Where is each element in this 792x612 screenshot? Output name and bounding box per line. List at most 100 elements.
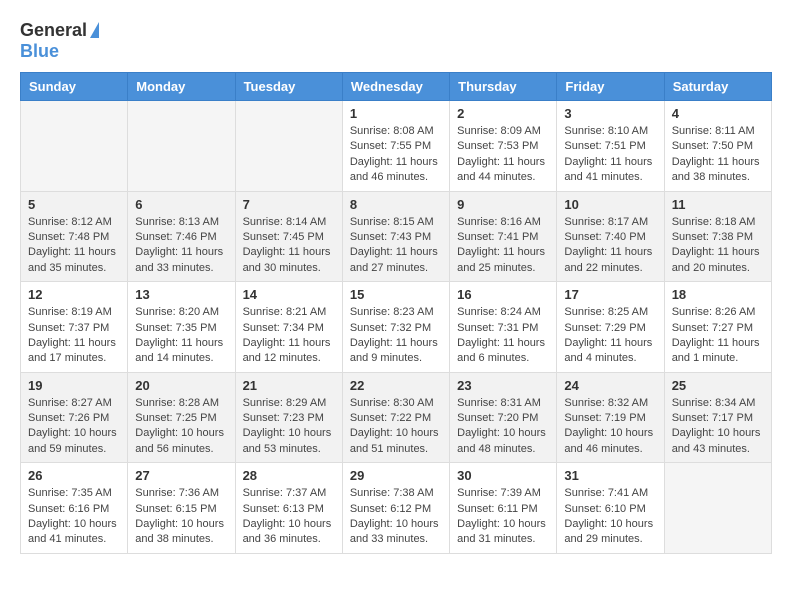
day-info: Sunrise: 7:35 AM Sunset: 6:16 PM Dayligh… xyxy=(28,486,120,548)
day-number: 17 xyxy=(564,287,656,302)
day-number: 1 xyxy=(350,106,442,121)
day-number: 7 xyxy=(243,197,335,212)
calendar-cell: 3 Sunrise: 8:10 AM Sunset: 7:51 PM Daylig… xyxy=(557,101,664,192)
calendar-cell xyxy=(128,101,235,192)
calendar-cell: 19Sunrise: 8:27 AM Sunset: 7:26 PM Dayli… xyxy=(21,372,128,463)
day-info: Sunrise: 8:28 AM Sunset: 7:25 PM Dayligh… xyxy=(135,396,227,458)
logo: General Blue xyxy=(20,20,99,62)
day-number: 14 xyxy=(243,287,335,302)
calendar-cell: 9 Sunrise: 8:16 AM Sunset: 7:41 PM Daylig… xyxy=(450,191,557,282)
day-info: Sunrise: 7:37 AM Sunset: 6:13 PM Dayligh… xyxy=(243,486,335,548)
day-number: 27 xyxy=(135,468,227,483)
calendar-cell: 27 Sunrise: 7:36 AM Sunset: 6:15 PM Dayli… xyxy=(128,463,235,554)
day-info: Sunrise: 8:12 AM Sunset: 7:48 PM Dayligh… xyxy=(28,215,120,277)
calendar-week-5: 26 Sunrise: 7:35 AM Sunset: 6:16 PM Dayli… xyxy=(21,463,772,554)
day-number: 19 xyxy=(28,378,120,393)
day-number: 12 xyxy=(28,287,120,302)
day-info: Sunrise: 8:18 AM Sunset: 7:38 PM Dayligh… xyxy=(672,215,764,277)
day-info: Sunrise: 8:16 AM Sunset: 7:41 PM Dayligh… xyxy=(457,215,549,277)
day-number: 25 xyxy=(672,378,764,393)
day-number: 18 xyxy=(672,287,764,302)
day-number: 6 xyxy=(135,197,227,212)
day-info: Sunrise: 7:41 AM Sunset: 6:10 PM Dayligh… xyxy=(564,486,656,548)
calendar-cell: 25Sunrise: 8:34 AM Sunset: 7:17 PM Dayli… xyxy=(664,372,771,463)
day-number: 13 xyxy=(135,287,227,302)
calendar-cell: 24 Sunrise: 8:32 AM Sunset: 7:19 PM Dayli… xyxy=(557,372,664,463)
day-info: Sunrise: 8:13 AM Sunset: 7:46 PM Dayligh… xyxy=(135,215,227,277)
logo-blue-text: Blue xyxy=(20,41,59,61)
calendar-cell: 6 Sunrise: 8:13 AM Sunset: 7:46 PM Daylig… xyxy=(128,191,235,282)
day-number: 4 xyxy=(672,106,764,121)
calendar-cell: 5 Sunrise: 8:12 AM Sunset: 7:48 PM Daylig… xyxy=(21,191,128,282)
day-number: 5 xyxy=(28,197,120,212)
logo-triangle-icon xyxy=(90,22,99,38)
day-number: 23 xyxy=(457,378,549,393)
day-info: Sunrise: 8:23 AM Sunset: 7:32 PM Dayligh… xyxy=(350,305,442,367)
calendar-cell: 20 Sunrise: 8:28 AM Sunset: 7:25 PM Dayli… xyxy=(128,372,235,463)
header: General Blue xyxy=(20,20,772,62)
day-info: Sunrise: 8:24 AM Sunset: 7:31 PM Dayligh… xyxy=(457,305,549,367)
calendar-cell: 30 Sunrise: 7:39 AM Sunset: 6:11 PM Dayli… xyxy=(450,463,557,554)
day-info: Sunrise: 7:38 AM Sunset: 6:12 PM Dayligh… xyxy=(350,486,442,548)
weekday-header-monday: Monday xyxy=(128,73,235,101)
day-number: 22 xyxy=(350,378,442,393)
calendar-cell xyxy=(664,463,771,554)
day-info: Sunrise: 8:32 AM Sunset: 7:19 PM Dayligh… xyxy=(564,396,656,458)
weekday-header-thursday: Thursday xyxy=(450,73,557,101)
calendar-cell: 31Sunrise: 7:41 AM Sunset: 6:10 PM Dayli… xyxy=(557,463,664,554)
day-number: 8 xyxy=(350,197,442,212)
day-number: 11 xyxy=(672,197,764,212)
day-info: Sunrise: 8:15 AM Sunset: 7:43 PM Dayligh… xyxy=(350,215,442,277)
calendar-cell: 29 Sunrise: 7:38 AM Sunset: 6:12 PM Dayli… xyxy=(342,463,449,554)
day-info: Sunrise: 8:08 AM Sunset: 7:55 PM Dayligh… xyxy=(350,124,442,186)
day-number: 9 xyxy=(457,197,549,212)
day-info: Sunrise: 8:20 AM Sunset: 7:35 PM Dayligh… xyxy=(135,305,227,367)
calendar-cell: 18 Sunrise: 8:26 AM Sunset: 7:27 PM Dayli… xyxy=(664,282,771,373)
day-info: Sunrise: 8:21 AM Sunset: 7:34 PM Dayligh… xyxy=(243,305,335,367)
day-info: Sunrise: 8:09 AM Sunset: 7:53 PM Dayligh… xyxy=(457,124,549,186)
calendar-week-3: 12 Sunrise: 8:19 AM Sunset: 7:37 PM Dayli… xyxy=(21,282,772,373)
day-info: Sunrise: 8:17 AM Sunset: 7:40 PM Dayligh… xyxy=(564,215,656,277)
calendar-cell: 10 Sunrise: 8:17 AM Sunset: 7:40 PM Dayli… xyxy=(557,191,664,282)
day-info: Sunrise: 7:39 AM Sunset: 6:11 PM Dayligh… xyxy=(457,486,549,548)
weekday-header-sunday: Sunday xyxy=(21,73,128,101)
calendar-cell xyxy=(21,101,128,192)
calendar-cell: 8 Sunrise: 8:15 AM Sunset: 7:43 PM Daylig… xyxy=(342,191,449,282)
calendar-cell: 11 Sunrise: 8:18 AM Sunset: 7:38 PM Dayli… xyxy=(664,191,771,282)
calendar-cell: 28 Sunrise: 7:37 AM Sunset: 6:13 PM Dayli… xyxy=(235,463,342,554)
day-info: Sunrise: 7:36 AM Sunset: 6:15 PM Dayligh… xyxy=(135,486,227,548)
day-number: 10 xyxy=(564,197,656,212)
calendar-cell: 13 Sunrise: 8:20 AM Sunset: 7:35 PM Dayli… xyxy=(128,282,235,373)
day-number: 30 xyxy=(457,468,549,483)
calendar-cell: 17Sunrise: 8:25 AM Sunset: 7:29 PM Dayli… xyxy=(557,282,664,373)
calendar-cell: 22 Sunrise: 8:30 AM Sunset: 7:22 PM Dayli… xyxy=(342,372,449,463)
weekday-header-friday: Friday xyxy=(557,73,664,101)
calendar-cell: 2Sunrise: 8:09 AM Sunset: 7:53 PM Daylig… xyxy=(450,101,557,192)
day-info: Sunrise: 8:10 AM Sunset: 7:51 PM Dayligh… xyxy=(564,124,656,186)
day-number: 28 xyxy=(243,468,335,483)
calendar-cell: 26 Sunrise: 7:35 AM Sunset: 6:16 PM Dayli… xyxy=(21,463,128,554)
day-number: 3 xyxy=(564,106,656,121)
day-info: Sunrise: 8:19 AM Sunset: 7:37 PM Dayligh… xyxy=(28,305,120,367)
weekday-header-wednesday: Wednesday xyxy=(342,73,449,101)
calendar-cell: 7 Sunrise: 8:14 AM Sunset: 7:45 PM Daylig… xyxy=(235,191,342,282)
calendar-cell: 4Sunrise: 8:11 AM Sunset: 7:50 PM Daylig… xyxy=(664,101,771,192)
day-number: 29 xyxy=(350,468,442,483)
weekday-header-row: SundayMondayTuesdayWednesdayThursdayFrid… xyxy=(21,73,772,101)
calendar-week-1: 1 Sunrise: 8:08 AM Sunset: 7:55 PM Daylig… xyxy=(21,101,772,192)
calendar-cell: 16Sunrise: 8:24 AM Sunset: 7:31 PM Dayli… xyxy=(450,282,557,373)
calendar: SundayMondayTuesdayWednesdayThursdayFrid… xyxy=(20,72,772,554)
day-number: 20 xyxy=(135,378,227,393)
calendar-cell: 21Sunrise: 8:29 AM Sunset: 7:23 PM Dayli… xyxy=(235,372,342,463)
calendar-week-4: 19Sunrise: 8:27 AM Sunset: 7:26 PM Dayli… xyxy=(21,372,772,463)
day-number: 26 xyxy=(28,468,120,483)
day-number: 15 xyxy=(350,287,442,302)
day-number: 24 xyxy=(564,378,656,393)
day-info: Sunrise: 8:14 AM Sunset: 7:45 PM Dayligh… xyxy=(243,215,335,277)
logo-general-text: General xyxy=(20,20,87,41)
day-info: Sunrise: 8:30 AM Sunset: 7:22 PM Dayligh… xyxy=(350,396,442,458)
calendar-cell xyxy=(235,101,342,192)
weekday-header-tuesday: Tuesday xyxy=(235,73,342,101)
calendar-cell: 23Sunrise: 8:31 AM Sunset: 7:20 PM Dayli… xyxy=(450,372,557,463)
day-info: Sunrise: 8:26 AM Sunset: 7:27 PM Dayligh… xyxy=(672,305,764,367)
